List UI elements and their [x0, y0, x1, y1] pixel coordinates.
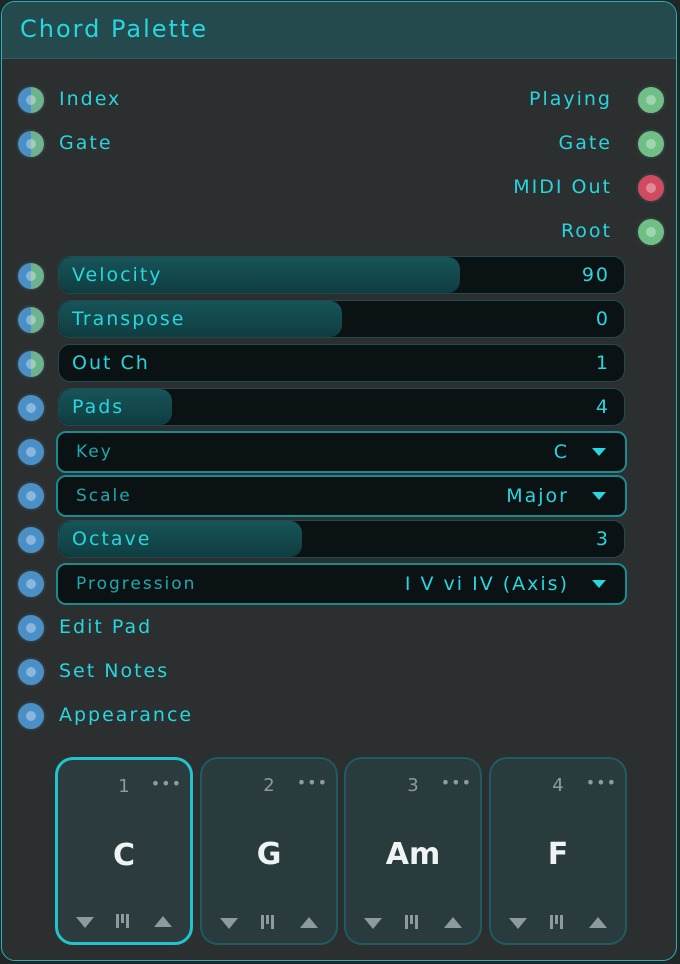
pads-slider-label: Pads	[72, 396, 125, 418]
panel-title: Chord Palette	[20, 15, 209, 43]
out-ch-slider[interactable]: Out Ch 1	[58, 344, 625, 382]
piano-keys-icon[interactable]	[261, 915, 277, 929]
arrow-up-icon[interactable]	[154, 916, 172, 927]
root-output-label: Root	[560, 220, 612, 242]
scale-dropdown[interactable]: Scale Major	[56, 475, 627, 517]
appearance-port[interactable]	[16, 701, 46, 731]
index-input-label: Index	[59, 88, 122, 110]
chord-pad-3[interactable]: 3 ••• Am	[344, 757, 482, 945]
arrow-down-icon[interactable]	[76, 917, 94, 928]
arrow-down-icon[interactable]	[220, 918, 238, 929]
chord-pad-2[interactable]: 2 ••• G	[200, 757, 338, 945]
index-input-port[interactable]	[16, 85, 46, 115]
transpose-slider[interactable]: Transpose 0	[58, 300, 625, 338]
arrow-up-icon[interactable]	[444, 917, 462, 928]
octave-slider[interactable]: Octave 3	[58, 520, 625, 558]
transpose-slider-label: Transpose	[72, 308, 186, 330]
scale-port[interactable]	[16, 481, 46, 511]
piano-keys-icon[interactable]	[550, 915, 566, 929]
edit-pad-button[interactable]: Edit Pad	[59, 616, 152, 638]
arrow-down-icon[interactable]	[509, 918, 527, 929]
midi-out-output-label: MIDI Out	[513, 176, 612, 198]
transpose-port[interactable]	[16, 305, 46, 335]
title-bar[interactable]: Chord Palette	[2, 2, 676, 59]
progression-port[interactable]	[16, 569, 46, 599]
more-options-icon[interactable]: •••	[297, 773, 328, 792]
octave-port[interactable]	[16, 525, 46, 555]
pad-chord-name: F	[547, 837, 569, 872]
playing-output-label: Playing	[528, 88, 612, 110]
velocity-port[interactable]	[16, 261, 46, 291]
progression-dropdown-value: I V vi IV (Axis)	[404, 573, 569, 595]
pad-chord-name: Am	[385, 837, 441, 872]
progression-dropdown[interactable]: Progression I V vi IV (Axis)	[56, 563, 627, 605]
gate-output-label: Gate	[558, 132, 612, 154]
gate-output-port[interactable]	[636, 129, 666, 159]
progression-dropdown-label: Progression	[76, 574, 197, 594]
edit-pad-port[interactable]	[16, 613, 46, 643]
pad-chord-name: G	[256, 837, 282, 872]
more-options-icon[interactable]: •••	[151, 774, 182, 793]
octave-slider-value: 3	[595, 528, 610, 550]
set-notes-button[interactable]: Set Notes	[59, 660, 169, 682]
chevron-down-icon	[592, 448, 606, 456]
piano-keys-icon[interactable]	[116, 914, 132, 928]
pads-slider[interactable]: Pads 4	[58, 388, 625, 426]
more-options-icon[interactable]: •••	[586, 773, 617, 792]
velocity-slider[interactable]: Velocity 90	[58, 256, 625, 294]
playing-output-port[interactable]	[636, 85, 666, 115]
gate-input-label: Gate	[59, 132, 113, 154]
chord-pad-4[interactable]: 4 ••• F	[489, 757, 627, 945]
chord-pad-1[interactable]: 1 ••• C	[55, 757, 193, 945]
root-output-port[interactable]	[636, 217, 666, 247]
key-dropdown[interactable]: Key C	[56, 431, 627, 473]
velocity-slider-value: 90	[581, 264, 610, 286]
midi-out-output-port[interactable]	[636, 173, 666, 203]
arrow-down-icon[interactable]	[364, 918, 382, 929]
pad-chord-name: C	[112, 838, 136, 873]
transpose-slider-value: 0	[595, 308, 610, 330]
out-ch-slider-label: Out Ch	[72, 352, 150, 374]
velocity-slider-label: Velocity	[72, 264, 163, 286]
key-dropdown-label: Key	[76, 442, 113, 462]
octave-slider-label: Octave	[72, 528, 152, 550]
set-notes-port[interactable]	[16, 657, 46, 687]
chevron-down-icon	[592, 492, 606, 500]
more-options-icon[interactable]: •••	[441, 773, 472, 792]
arrow-up-icon[interactable]	[589, 917, 607, 928]
chevron-down-icon	[592, 580, 606, 588]
arrow-up-icon[interactable]	[300, 917, 318, 928]
scale-dropdown-label: Scale	[76, 486, 132, 506]
out-ch-slider-value: 1	[595, 352, 610, 374]
key-port[interactable]	[16, 437, 46, 467]
gate-input-port[interactable]	[16, 129, 46, 159]
out-ch-port[interactable]	[16, 349, 46, 379]
pads-slider-value: 4	[595, 396, 610, 418]
piano-keys-icon[interactable]	[405, 915, 421, 929]
pads-port[interactable]	[16, 393, 46, 423]
chord-palette-panel: Chord Palette Index Gate Playing Gate MI…	[1, 1, 677, 961]
key-dropdown-value: C	[553, 441, 569, 463]
scale-dropdown-value: Major	[506, 485, 569, 507]
appearance-button[interactable]: Appearance	[59, 704, 193, 726]
